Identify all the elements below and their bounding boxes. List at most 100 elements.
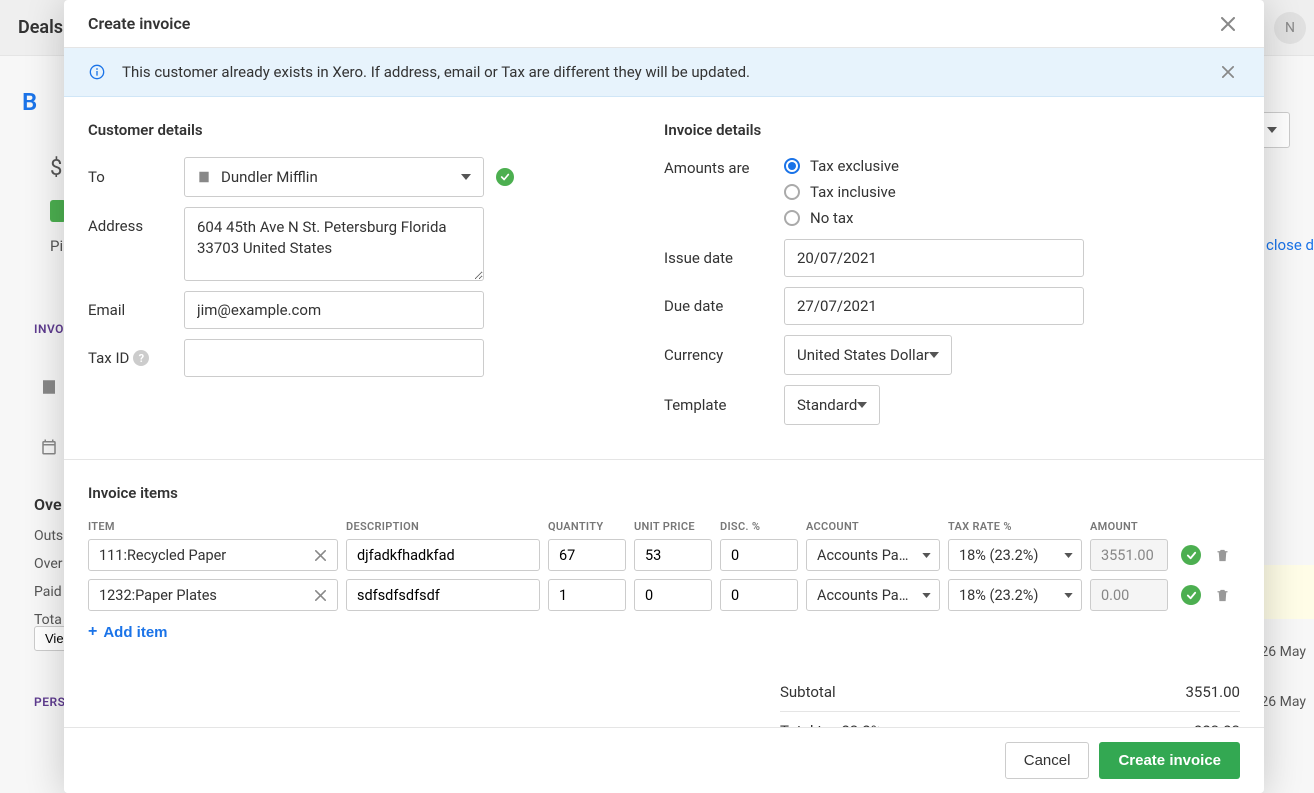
currency-label: Currency	[664, 346, 784, 364]
modal-header: Create invoice	[64, 0, 1264, 48]
tax-inclusive-radio[interactable]: Tax inclusive	[784, 183, 899, 201]
building-icon	[197, 170, 211, 184]
add-item-button[interactable]: + Add item	[88, 619, 168, 645]
caret-down-icon	[857, 402, 867, 408]
tax-rate-value: 18% (23.2%)	[959, 547, 1038, 564]
tax-rate-select[interactable]: 18% (23.2%)	[948, 539, 1082, 571]
discount-input[interactable]	[720, 539, 798, 571]
caret-down-icon	[922, 593, 931, 598]
template-label: Template	[664, 396, 784, 414]
close-icon	[315, 590, 326, 601]
tax-exclusive-label: Tax exclusive	[810, 157, 899, 175]
account-value: Accounts Pa…	[817, 587, 908, 604]
radio-unchecked-icon	[784, 184, 800, 200]
info-banner-text: This customer already exists in Xero. If…	[122, 63, 1200, 81]
due-date-label: Due date	[664, 297, 784, 315]
due-date-input[interactable]	[784, 287, 1084, 325]
quantity-input[interactable]	[548, 579, 626, 611]
caret-down-icon	[929, 352, 939, 358]
currency-value: United States Dollar	[797, 346, 929, 364]
plus-icon: +	[88, 623, 97, 641]
help-icon[interactable]: ?	[133, 350, 149, 366]
address-label: Address	[88, 207, 184, 235]
tax-id-input[interactable]	[184, 339, 484, 377]
item-value: 111:Recycled Paper	[99, 547, 305, 564]
caret-down-icon	[922, 553, 931, 558]
customer-section-title: Customer details	[88, 121, 624, 139]
modal-close-button[interactable]	[1216, 12, 1240, 36]
info-icon	[88, 63, 106, 81]
radio-checked-icon	[784, 158, 800, 174]
add-item-label: Add item	[103, 624, 167, 641]
unit-price-input[interactable]	[634, 579, 712, 611]
tax-id-label: Tax ID ?	[88, 349, 184, 367]
item-select[interactable]: 111:Recycled Paper	[88, 539, 338, 571]
issue-date-label: Issue date	[664, 249, 784, 267]
amount-output	[1090, 539, 1168, 571]
modal-footer: Cancel Create invoice	[64, 727, 1264, 793]
close-icon	[1221, 17, 1235, 31]
item-row: 111:Recycled Paper Accounts Pa…	[88, 539, 1240, 571]
description-input[interactable]	[346, 579, 540, 611]
item-row: 1232:Paper Plates Accounts Pa…	[88, 579, 1240, 611]
email-label: Email	[88, 301, 184, 319]
create-invoice-modal: Create invoice This customer already exi…	[64, 0, 1264, 793]
trash-icon	[1215, 548, 1230, 563]
no-tax-label: No tax	[810, 209, 853, 227]
email-input[interactable]	[184, 291, 484, 329]
to-label: To	[88, 168, 184, 186]
delete-row-button[interactable]	[1213, 546, 1231, 564]
account-select[interactable]: Accounts Pa…	[806, 579, 940, 611]
modal-overlay: Create invoice This customer already exi…	[0, 0, 1314, 793]
caret-down-icon	[461, 174, 471, 180]
radio-unchecked-icon	[784, 210, 800, 226]
delete-row-button[interactable]	[1213, 586, 1231, 604]
info-banner-close-button[interactable]	[1216, 60, 1240, 84]
amounts-are-label: Amounts are	[664, 157, 784, 177]
item-value: 1232:Paper Plates	[99, 587, 305, 604]
header-amount: AMOUNT	[1090, 520, 1168, 533]
description-input[interactable]	[346, 539, 540, 571]
customer-to-value: Dundler Mifflin	[221, 168, 461, 186]
tax-exclusive-radio[interactable]: Tax exclusive	[784, 157, 899, 175]
info-banner: This customer already exists in Xero. If…	[64, 48, 1264, 97]
customer-to-select[interactable]: Dundler Mifflin	[184, 157, 484, 197]
header-tax-rate: TAX RATE %	[948, 520, 1082, 533]
invoice-section-title: Invoice details	[664, 121, 1240, 139]
cancel-button[interactable]: Cancel	[1005, 742, 1090, 779]
modal-body: Customer details To Dundler Mifflin	[64, 97, 1264, 727]
create-invoice-button[interactable]: Create invoice	[1099, 742, 1240, 779]
unit-price-input[interactable]	[634, 539, 712, 571]
tax-rate-select[interactable]: 18% (23.2%)	[948, 579, 1082, 611]
address-input[interactable]: 604 45th Ave N St. Petersburg Florida 33…	[184, 207, 484, 281]
tax-rate-value: 18% (23.2%)	[959, 587, 1038, 604]
no-tax-radio[interactable]: No tax	[784, 209, 899, 227]
account-select[interactable]: Accounts Pa…	[806, 539, 940, 571]
quantity-input[interactable]	[548, 539, 626, 571]
discount-input[interactable]	[720, 579, 798, 611]
close-icon	[315, 550, 326, 561]
issue-date-input[interactable]	[784, 239, 1084, 277]
item-clear-button[interactable]	[311, 546, 329, 564]
caret-down-icon	[1064, 593, 1073, 598]
account-value: Accounts Pa…	[817, 547, 908, 564]
amount-output	[1090, 579, 1168, 611]
header-item: ITEM	[88, 520, 338, 533]
item-clear-button[interactable]	[311, 586, 329, 604]
row-valid-icon	[1181, 545, 1201, 565]
customer-verified-icon	[496, 168, 514, 186]
items-section-title: Invoice items	[88, 484, 1240, 502]
header-disc: DISC. %	[720, 520, 798, 533]
tax-inclusive-label: Tax inclusive	[810, 183, 896, 201]
row-valid-icon	[1181, 585, 1201, 605]
header-account: ACCOUNT	[806, 520, 940, 533]
modal-title: Create invoice	[88, 14, 190, 33]
header-quantity: QUANTITY	[548, 520, 626, 533]
template-select[interactable]: Standard	[784, 385, 880, 425]
close-icon	[1222, 66, 1234, 78]
currency-select[interactable]: United States Dollar	[784, 335, 952, 375]
subtotal-value: 3551.00	[1185, 683, 1240, 701]
item-select[interactable]: 1232:Paper Plates	[88, 579, 338, 611]
header-unit-price: UNIT PRICE	[634, 520, 712, 533]
subtotal-label: Subtotal	[780, 683, 836, 701]
